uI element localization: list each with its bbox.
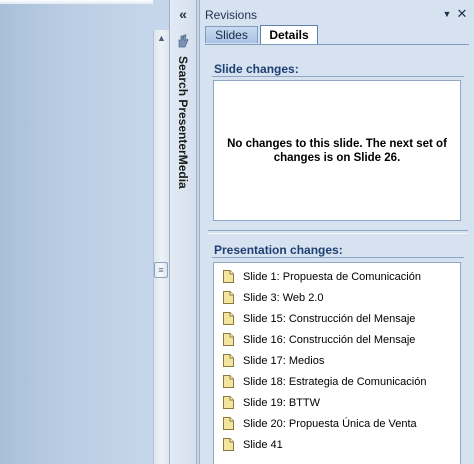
revision-document-icon (223, 354, 234, 367)
slide-changes-message: No changes to this slide. The next set o… (227, 137, 447, 164)
list-item[interactable]: Slide 1: Propuesta de Comunicación (214, 266, 460, 287)
slide-changes-rule (212, 76, 464, 77)
scrollbar-gap (153, 0, 169, 30)
revision-document-icon (223, 291, 234, 304)
tab-slides[interactable]: Slides (205, 26, 258, 43)
revision-document-icon (223, 396, 234, 409)
pane-title: Revisions (205, 8, 258, 22)
revisions-pane: Revisions ▼ ✕ Slides Details Slide chang… (199, 0, 474, 464)
revision-document-icon (223, 270, 234, 283)
list-item[interactable]: Slide 15: Construcción del Mensaje (214, 308, 460, 329)
list-item[interactable]: Slide 17: Medios (214, 350, 460, 371)
pane-header: Revisions ▼ ✕ (200, 4, 474, 24)
list-item-label: Slide 1: Propuesta de Comunicación (243, 270, 421, 283)
revision-document-icon (223, 417, 234, 430)
list-item-label: Slide 3: Web 2.0 (243, 291, 324, 304)
collapsed-task-pane[interactable]: « Search PresenterMedia (169, 0, 197, 464)
revision-document-icon (223, 312, 234, 325)
presentation-changes-rule (212, 257, 464, 258)
list-item-label: Slide 20: Propuesta Única de Venta (243, 417, 417, 430)
list-item-label: Slide 41 (243, 438, 283, 451)
list-item-label: Slide 17: Medios (243, 354, 325, 367)
expand-pane-icon[interactable]: « (170, 4, 196, 24)
list-item[interactable]: Slide 3: Web 2.0 (214, 287, 460, 308)
slide-changes-box: No changes to this slide. The next set o… (213, 80, 461, 221)
pane-options-dropdown-icon[interactable]: ▼ (440, 7, 454, 21)
workspace-top-edge (0, 0, 153, 4)
list-item[interactable]: Slide 19: BTTW (214, 392, 460, 413)
pane-tabs: Slides Details (205, 25, 469, 45)
list-item-label: Slide 19: BTTW (243, 396, 321, 409)
list-item[interactable]: Slide 41 (214, 434, 460, 455)
list-item-label: Slide 16: Construcción del Mensaje (243, 333, 416, 346)
scroll-thumb[interactable]: ≡ (154, 262, 168, 278)
application-window: ▲ ≡ « Search PresenterMedia Revisions ▼ … (0, 0, 474, 464)
list-item[interactable]: Slide 18: Estrategia de Comunicación (214, 371, 460, 392)
revision-document-icon (223, 375, 234, 388)
tab-details[interactable]: Details (260, 25, 318, 44)
revision-document-icon (223, 438, 234, 451)
list-item[interactable]: Slide 20: Propuesta Única de Venta (214, 413, 460, 434)
vertical-scrollbar[interactable]: ▲ ≡ (153, 30, 169, 464)
list-item-label: Slide 18: Estrategia de Comunicación (243, 375, 427, 388)
list-item[interactable]: Slide 16: Construcción del Mensaje (214, 329, 460, 350)
scroll-up-arrow-icon[interactable]: ▲ (154, 30, 169, 46)
close-icon[interactable]: ✕ (455, 6, 469, 21)
list-item-label: Slide 15: Construcción del Mensaje (243, 312, 416, 325)
presentation-changes-list: Slide 1: Propuesta de Comunicación Slide… (213, 262, 461, 464)
presentation-changes-title: Presentation changes: (214, 243, 343, 257)
presentermedia-hand-icon[interactable] (175, 33, 191, 49)
revision-document-icon (223, 333, 234, 346)
search-presentermedia-label[interactable]: Search PresenterMedia (176, 56, 190, 189)
slide-workspace[interactable] (0, 0, 153, 464)
section-separator (208, 230, 468, 234)
slide-changes-title: Slide changes: (214, 62, 299, 76)
